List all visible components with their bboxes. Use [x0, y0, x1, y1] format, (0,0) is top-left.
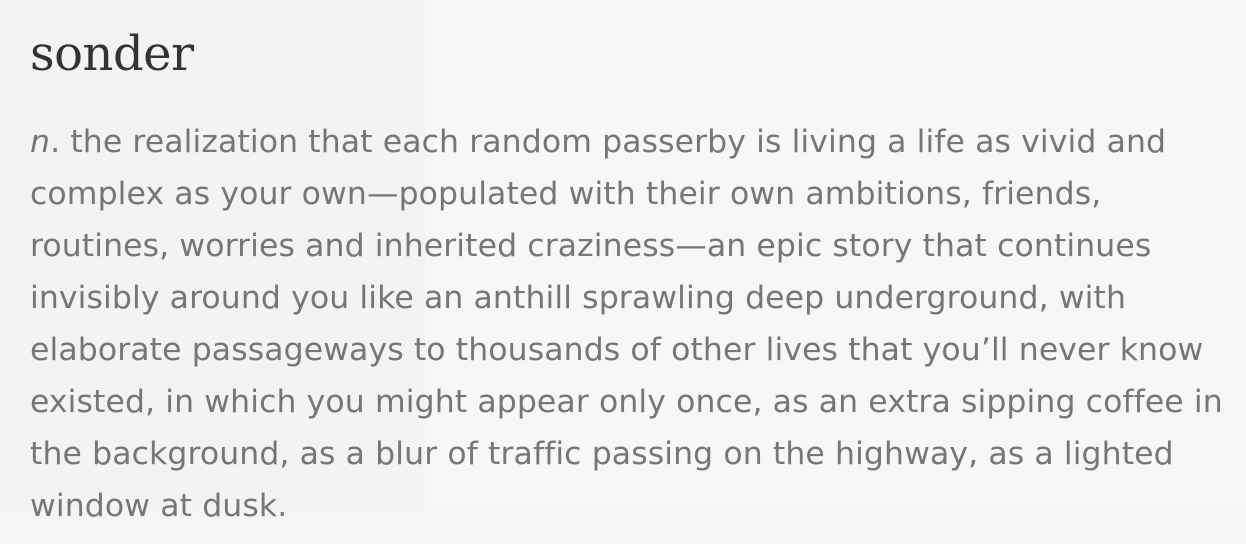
part-of-speech-period: . — [50, 124, 61, 160]
definition-text: the realization that each random passerb… — [30, 124, 1223, 524]
entry-definition: n. the realization that each random pass… — [30, 116, 1240, 532]
part-of-speech: n — [30, 124, 51, 160]
entry-word: sonder — [30, 26, 194, 82]
dictionary-entry: sonder n. the realization that each rand… — [30, 22, 1240, 532]
